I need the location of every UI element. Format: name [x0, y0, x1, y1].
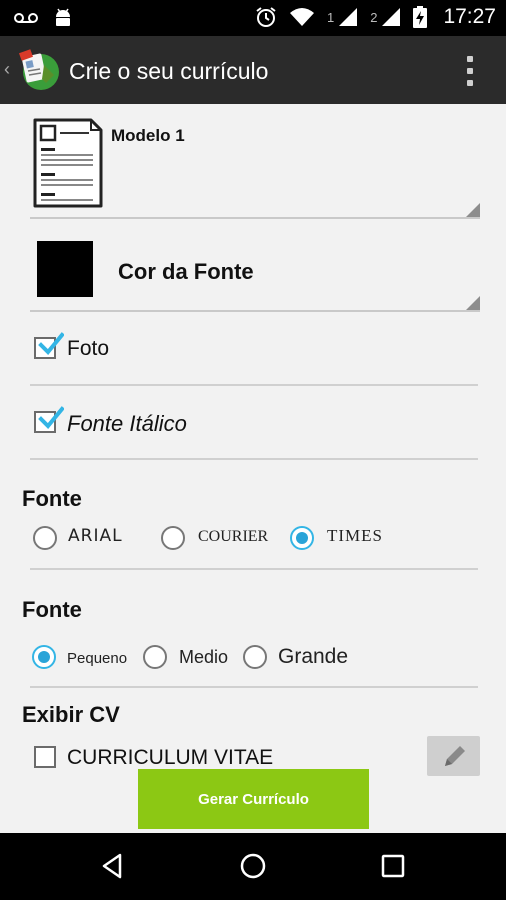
- radio-small[interactable]: [32, 645, 56, 669]
- status-bar: 1 2 17:27: [0, 0, 506, 36]
- dropdown-arrow-icon: [466, 296, 480, 310]
- app-title: Crie o seu currículo: [69, 58, 269, 84]
- home-icon[interactable]: [238, 851, 268, 881]
- cv-checkbox[interactable]: [34, 746, 56, 768]
- radio-courier[interactable]: [161, 526, 185, 550]
- app-logo-icon[interactable]: [18, 49, 60, 91]
- sim2-label: 2: [370, 9, 378, 25]
- radio-times[interactable]: [290, 526, 314, 550]
- signal-icon: [339, 8, 358, 26]
- wifi-icon: [289, 8, 314, 26]
- italic-option[interactable]: Fonte Itálico: [30, 386, 478, 460]
- radio-small-label[interactable]: Pequeno: [67, 650, 127, 667]
- radio-medium-label[interactable]: Medio: [179, 647, 228, 668]
- overflow-menu-icon[interactable]: [464, 56, 476, 86]
- checkmark-icon: [38, 332, 64, 355]
- sim1-label: 1: [326, 9, 335, 25]
- radio-courier-label[interactable]: COURIER: [198, 528, 268, 546]
- up-arrow-icon[interactable]: ‹: [4, 59, 10, 80]
- radio-arial-label[interactable]: ARIAL: [68, 526, 123, 546]
- italic-checkbox[interactable]: [34, 406, 64, 433]
- action-bar: ‹ Crie o seu currículo: [0, 36, 506, 104]
- edit-button[interactable]: [427, 736, 480, 776]
- recents-icon[interactable]: [378, 851, 408, 881]
- show-cv-title: Exibir CV: [22, 702, 120, 727]
- font-color-label: Cor da Fonte: [118, 259, 254, 284]
- battery-charging-icon: [413, 6, 428, 28]
- cv-label: CURRICULUM VITAE: [67, 746, 274, 769]
- radio-arial[interactable]: [33, 526, 57, 550]
- main-content: Modelo 1 Cor da Fonte Foto Fonte Itálico…: [0, 104, 506, 833]
- clock: 17:27: [443, 5, 496, 28]
- android-icon: [56, 8, 70, 26]
- voicemail-icon: [14, 13, 38, 23]
- radio-large-label[interactable]: Grande: [278, 645, 348, 669]
- font-color-swatch: [37, 241, 93, 297]
- pencil-icon: [445, 746, 465, 766]
- generate-cv-button[interactable]: Gerar Currículo: [138, 769, 369, 829]
- italic-label: Fonte Itálico: [67, 411, 187, 436]
- photo-option[interactable]: Foto: [30, 312, 478, 386]
- divider: [30, 568, 478, 570]
- font-size-title: Fonte: [22, 597, 82, 622]
- checkmark-icon: [38, 406, 64, 429]
- radio-medium[interactable]: [143, 645, 167, 669]
- photo-label: Foto: [67, 337, 110, 360]
- radio-large[interactable]: [243, 645, 267, 669]
- font-color-spinner[interactable]: Cor da Fonte: [30, 104, 480, 312]
- alarm-icon: [256, 7, 276, 27]
- divider: [30, 686, 478, 688]
- radio-times-label[interactable]: TIMES: [327, 526, 383, 546]
- photo-checkbox[interactable]: [34, 332, 64, 359]
- back-icon[interactable]: [98, 851, 128, 881]
- font-family-title: Fonte: [22, 486, 82, 511]
- signal-icon: [382, 8, 401, 26]
- navigation-bar: [0, 833, 506, 900]
